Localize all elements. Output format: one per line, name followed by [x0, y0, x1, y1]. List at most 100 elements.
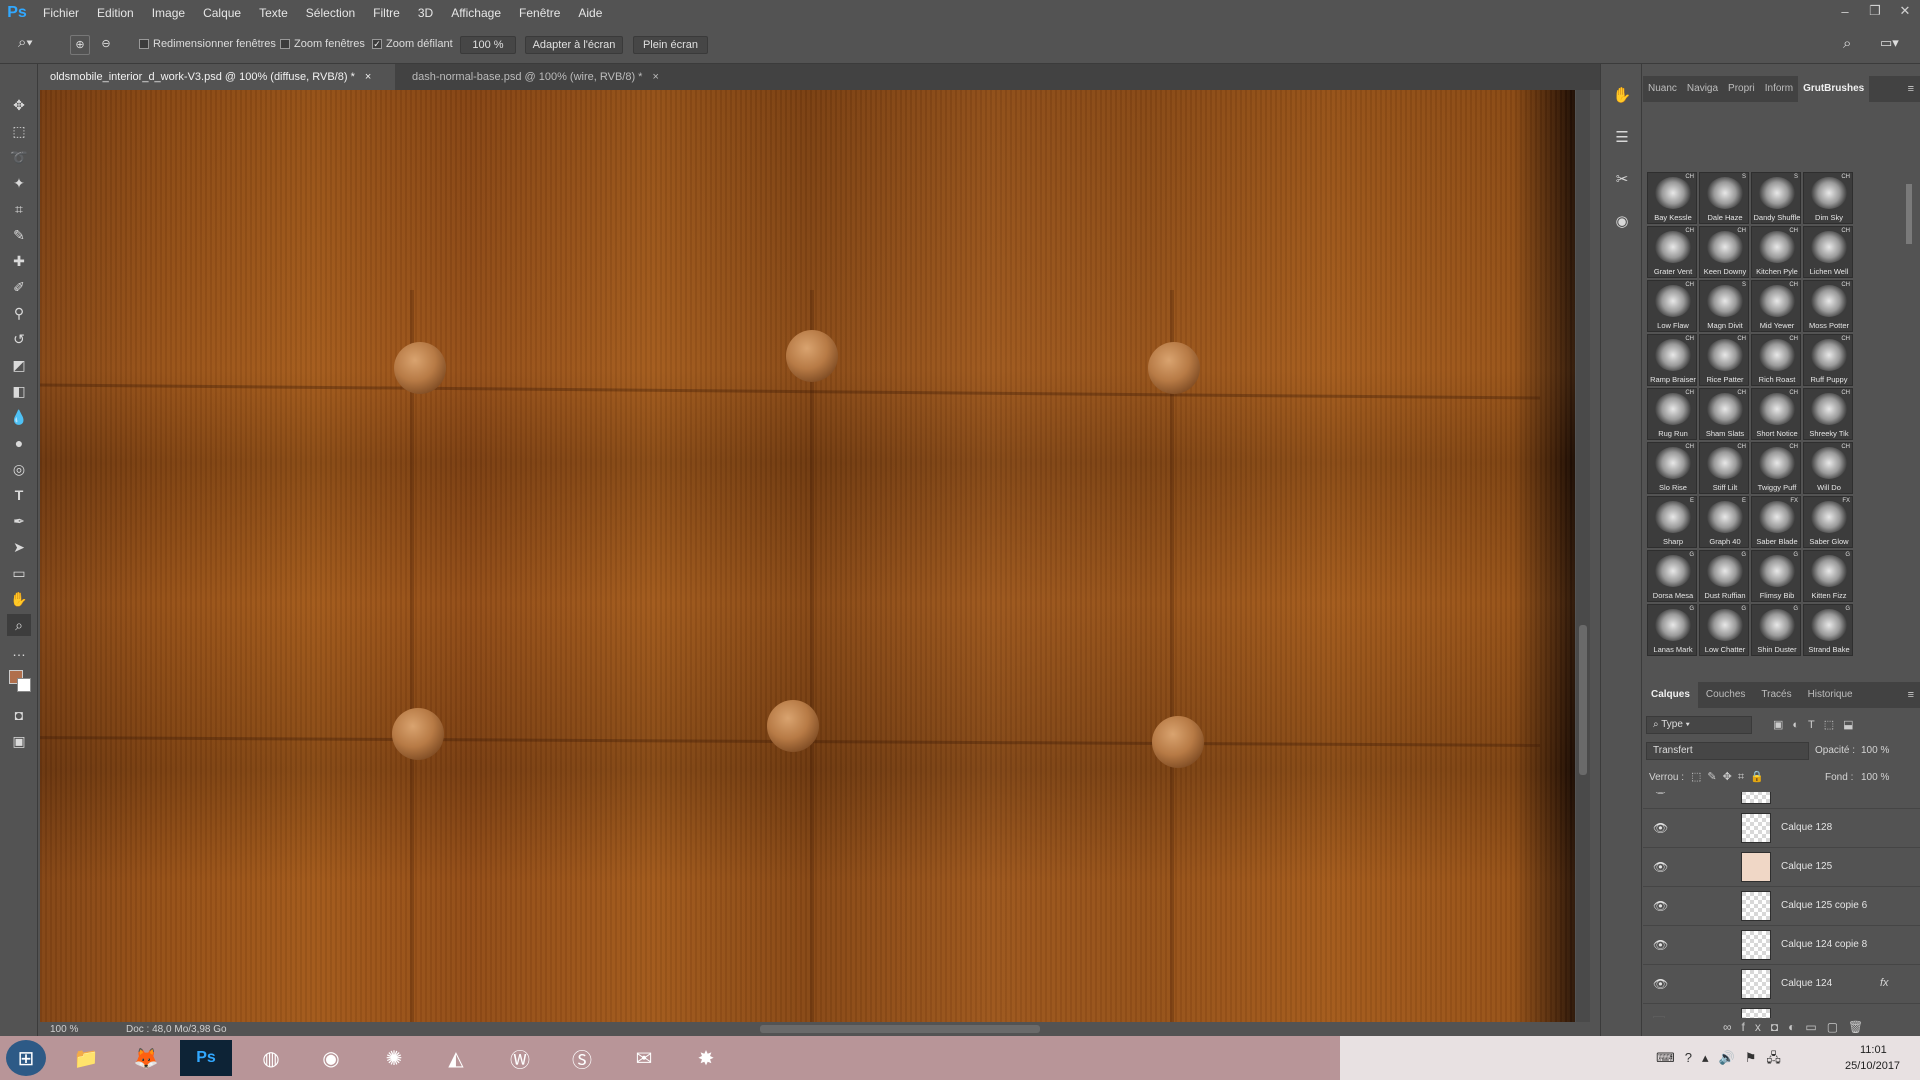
- wamp-icon[interactable]: Ⓦ: [494, 1040, 546, 1076]
- brush-preset[interactable]: FX Saber Blade: [1751, 496, 1801, 548]
- menu-calque[interactable]: Calque: [194, 0, 250, 26]
- brush-preset[interactable]: CH Shreeky Tik: [1803, 388, 1853, 440]
- visibility-eye-icon[interactable]: 👁: [1653, 899, 1669, 913]
- substance-icon[interactable]: ✸: [680, 1040, 732, 1076]
- brush-preset[interactable]: G Shin Duster: [1751, 604, 1801, 656]
- layer-row[interactable]: 👁 Calque 124 copie 8: [1643, 926, 1920, 965]
- menu-filtre[interactable]: Filtre: [364, 0, 409, 26]
- document-canvas[interactable]: [40, 90, 1575, 1022]
- tab-history[interactable]: Historique: [1800, 682, 1861, 708]
- brush-preset[interactable]: CH Short Notice: [1751, 388, 1801, 440]
- history-brush-tool-icon[interactable]: ↺: [7, 328, 31, 350]
- brush-preset[interactable]: S Dale Haze: [1699, 172, 1749, 224]
- brush-preset[interactable]: E Sharp: [1647, 496, 1697, 548]
- menu-fenetre[interactable]: Fenêtre: [510, 0, 569, 26]
- brush-preset[interactable]: CH Grater Vent: [1647, 226, 1697, 278]
- visibility-eye-icon[interactable]: 👁: [1653, 938, 1669, 952]
- chrome-icon[interactable]: ◉: [305, 1040, 357, 1076]
- eyedropper-tool-icon[interactable]: ✎: [7, 224, 31, 246]
- fit-screen-button[interactable]: Adapter à l'écran: [525, 36, 623, 54]
- menu-image[interactable]: Image: [143, 0, 194, 26]
- clock-time[interactable]: 11:01: [1860, 1044, 1887, 1056]
- brush-preset[interactable]: CH Ramp Braiser: [1647, 334, 1697, 386]
- brush-preset[interactable]: CH Rich Roast: [1751, 334, 1801, 386]
- eraser-tool-icon[interactable]: ◩: [7, 354, 31, 376]
- menu-3d[interactable]: 3D: [409, 0, 442, 26]
- fill-screen-button[interactable]: Plein écran: [633, 36, 708, 54]
- type-tool-icon[interactable]: T: [7, 484, 31, 506]
- zoom-level[interactable]: 100 %: [50, 1024, 78, 1035]
- layer-row[interactable]: capture_027_080620...: [1643, 1004, 1920, 1018]
- marquee-tool-icon[interactable]: ⬚: [7, 120, 31, 142]
- zoom-tool-preset[interactable]: ⌕▾: [18, 34, 50, 56]
- zoom-windows-checkbox[interactable]: Zoom fenêtres: [280, 34, 365, 54]
- close-tab-icon[interactable]: ×: [652, 71, 658, 83]
- screen-mode-icon[interactable]: ▣: [7, 730, 31, 752]
- zoom-out-button[interactable]: ⊖: [96, 35, 116, 55]
- path-selection-tool-icon[interactable]: ➤: [7, 536, 31, 558]
- brush-preset[interactable]: G Dorsa Mesa: [1647, 550, 1697, 602]
- magic-wand-tool-icon[interactable]: ✦: [7, 172, 31, 194]
- quick-mask-icon[interactable]: ◘: [7, 704, 31, 726]
- explorer-icon[interactable]: 📁: [60, 1040, 112, 1076]
- zoom-tool-icon[interactable]: ⌕: [7, 614, 31, 636]
- brush-preset[interactable]: FX Saber Glow: [1803, 496, 1853, 548]
- tab-properties[interactable]: Propri: [1723, 76, 1760, 102]
- resize-windows-checkbox[interactable]: Redimensionner fenêtres: [139, 34, 276, 54]
- skype-icon[interactable]: Ⓢ: [556, 1040, 608, 1076]
- brush-preset[interactable]: E Graph 40: [1699, 496, 1749, 548]
- brush-preset[interactable]: CH Moss Potter: [1803, 280, 1853, 332]
- search-icon[interactable]: ⌕: [1843, 35, 1851, 52]
- thunderbird-icon[interactable]: ✉: [618, 1040, 670, 1076]
- photoshop-taskbar-icon[interactable]: Ps: [180, 1040, 232, 1076]
- close-window-button[interactable]: ✕: [1890, 0, 1920, 22]
- workspace-icon[interactable]: ▭▾: [1880, 35, 1899, 51]
- brush-preset[interactable]: CH Keen Downy: [1699, 226, 1749, 278]
- brush-preset[interactable]: CH Twiggy Puff: [1751, 442, 1801, 494]
- horizontal-scroll-thumb[interactable]: [760, 1025, 1040, 1033]
- brush-preset[interactable]: CH Lichen Well: [1803, 226, 1853, 278]
- background-color-swatch[interactable]: [17, 678, 31, 692]
- menu-affichage[interactable]: Affichage: [442, 0, 510, 26]
- start-button[interactable]: ⊞: [6, 1040, 46, 1076]
- zoom-value-field[interactable]: 100 %: [460, 36, 516, 54]
- layer-row[interactable]: 👁 Calque 125 copie 6: [1643, 887, 1920, 926]
- brush-preset[interactable]: CH Low Flaw: [1647, 280, 1697, 332]
- menu-texte[interactable]: Texte: [250, 0, 297, 26]
- vertical-scrollbar[interactable]: [1576, 90, 1590, 1022]
- menu-selection[interactable]: Sélection: [297, 0, 364, 26]
- tray-icons[interactable]: ⌨?▴🔊⚑🖧: [1656, 1049, 1791, 1071]
- brush-settings-icon[interactable]: ☰: [1611, 126, 1633, 148]
- clone-source-icon[interactable]: ◉: [1611, 210, 1633, 232]
- brush-preset[interactable]: S Magn Divit: [1699, 280, 1749, 332]
- brush-preset[interactable]: CH Bay Kessle: [1647, 172, 1697, 224]
- brush-tool-icon[interactable]: ✐: [7, 276, 31, 298]
- panel-menu-icon[interactable]: ≡: [1908, 689, 1914, 701]
- brush-presets-icon[interactable]: ✋: [1611, 84, 1633, 106]
- sponge-tool-icon[interactable]: ◎: [7, 458, 31, 480]
- brush-preset[interactable]: CH Rug Run: [1647, 388, 1697, 440]
- menu-fichier[interactable]: Fichier: [34, 0, 88, 26]
- hand-tool-icon[interactable]: ✋: [7, 588, 31, 610]
- tab-dash-document[interactable]: dash-normal-base.psd @ 100% (wire, RVB/8…: [402, 64, 702, 90]
- restore-button[interactable]: ❐: [1860, 0, 1890, 22]
- layer-row[interactable]: 👁 Calque 124 fx: [1643, 965, 1920, 1004]
- brush-preset[interactable]: CH Rice Patter: [1699, 334, 1749, 386]
- pen-tool-icon[interactable]: ✒: [7, 510, 31, 532]
- tool-presets-icon[interactable]: ✂: [1611, 168, 1633, 190]
- opacity-field[interactable]: 100 %: [1861, 745, 1889, 756]
- zoom-in-button[interactable]: ⊕: [70, 35, 90, 55]
- tab-info[interactable]: Inform: [1760, 76, 1798, 102]
- brush-scrollbar[interactable]: [1906, 184, 1912, 244]
- visibility-eye-icon[interactable]: 👁: [1653, 821, 1669, 835]
- dodge-tool-icon[interactable]: ●: [7, 432, 31, 454]
- tab-grutbrushes[interactable]: GrutBrushes: [1798, 76, 1870, 102]
- brush-preset[interactable]: G Strand Bake: [1803, 604, 1853, 656]
- layer-fx-badge[interactable]: fx: [1880, 977, 1889, 989]
- scrubby-zoom-checkbox[interactable]: ✓ Zoom défilant: [372, 34, 453, 54]
- layer-row[interactable]: 👁 Calque 125: [1643, 848, 1920, 887]
- brush-preset[interactable]: G Kitten Fizz: [1803, 550, 1853, 602]
- brush-preset[interactable]: CH Dim Sky: [1803, 172, 1853, 224]
- fill-field[interactable]: 100 %: [1861, 772, 1889, 783]
- lasso-tool-icon[interactable]: ➰: [7, 146, 31, 168]
